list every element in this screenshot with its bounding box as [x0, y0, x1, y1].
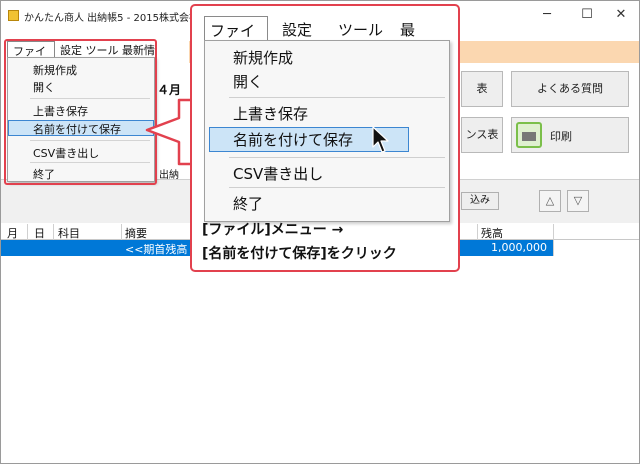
zoom-menu-tools: ツール [338, 21, 384, 39]
col-month[interactable]: 月 [7, 225, 18, 241]
menu-separator [229, 187, 445, 188]
zoom-menu-latest: 最 [400, 21, 416, 39]
col-balance[interactable]: 残高 [481, 225, 503, 241]
zoom-menu-settings: 設定 [282, 21, 313, 39]
zoom-item-open: 開く [233, 73, 264, 91]
mouse-cursor-icon [372, 126, 389, 153]
print-button[interactable]: 印刷 [511, 117, 629, 153]
menu-separator [229, 97, 445, 98]
printer-icon [516, 122, 542, 148]
move-down-button[interactable]: ▽ [567, 190, 589, 212]
zoom-item-overwrite-save: 上書き保存 [233, 105, 309, 123]
caption-line-1: [ファイル]メニュー → [202, 222, 344, 238]
zoom-callout-panel: ファイル 設定 ツール 最 新規作成 開く 上書き保存 名前を付けて保存 CSV… [190, 4, 460, 272]
zoom-menubar: ファイル 設定 ツール 最 [204, 16, 449, 61]
import-button[interactable]: 込み [461, 192, 499, 210]
zoom-file-dropdown: 新規作成 開く 上書き保存 名前を付けて保存 CSV書き出し 終了 [204, 40, 450, 222]
col-account[interactable]: 科目 [58, 225, 80, 241]
report-button[interactable]: 表 [461, 71, 503, 107]
row-summary-cell: <<期首残高 [125, 243, 188, 256]
minimize-button[interactable]: ─ [527, 5, 567, 25]
print-button-label: 印刷 [550, 130, 572, 143]
balance-sheet-button[interactable]: ンス表 [461, 117, 503, 153]
zoom-item-new: 新規作成 [233, 49, 294, 67]
app-icon [8, 10, 19, 21]
caption-line-2: [名前を付けて保存]をクリック [202, 246, 397, 262]
zoom-item-save-as: 名前を付けて保存 [233, 131, 354, 149]
zoom-item-exit: 終了 [233, 195, 264, 213]
move-up-button[interactable]: △ [539, 190, 561, 212]
close-button[interactable]: ✕ [601, 5, 640, 25]
col-summary[interactable]: 摘要 [125, 225, 147, 241]
instruction-caption: [ファイル]メニュー → [名前を付けて保存]をクリック [202, 218, 397, 266]
row-balance-cell: 1,000,000 [491, 241, 547, 254]
menu-separator [229, 157, 445, 158]
col-day[interactable]: 日 [34, 225, 45, 241]
callout-highlight-frame [4, 39, 157, 185]
zoom-menu-file: ファイル [204, 16, 268, 61]
faq-button[interactable]: よくある質問 [511, 71, 629, 107]
zoom-item-csv-export: CSV書き出し [233, 165, 324, 183]
